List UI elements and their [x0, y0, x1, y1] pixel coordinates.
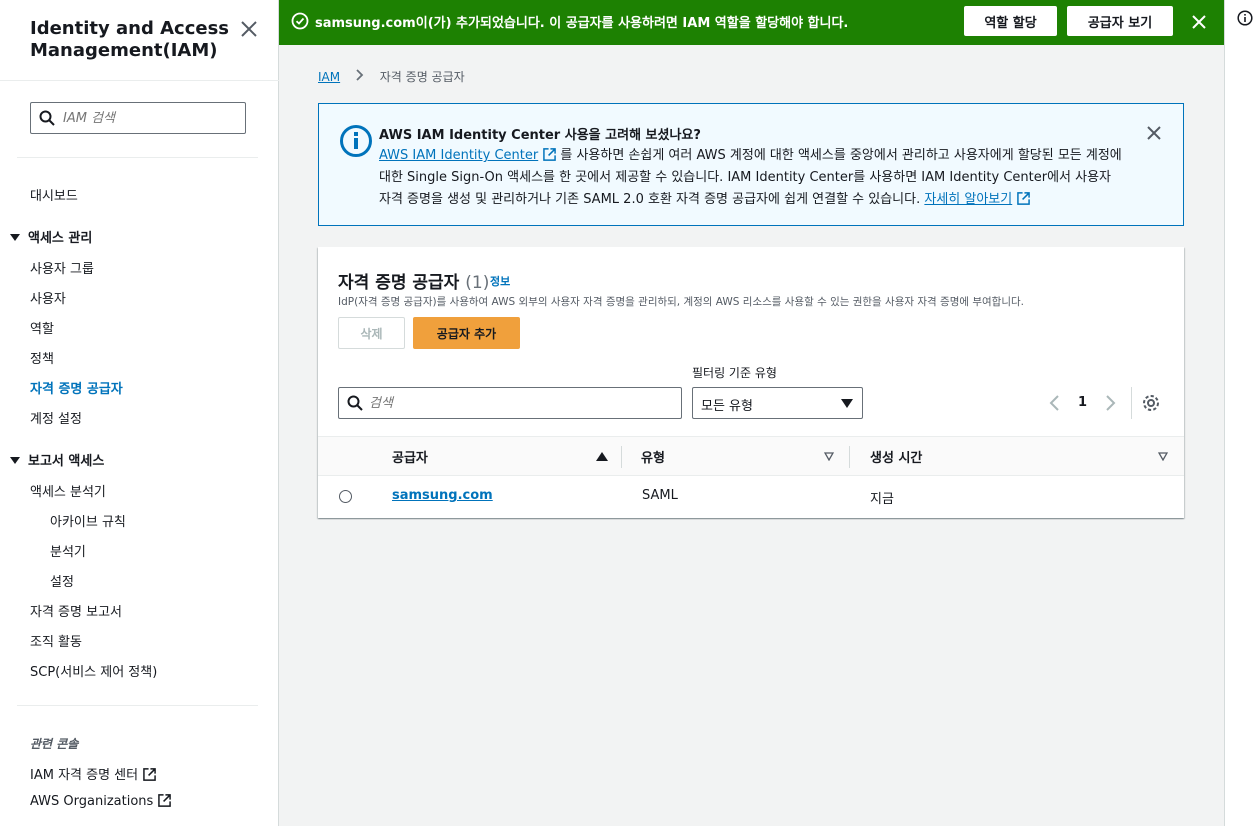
panel-title: 자격 증명 공급자 (1): [338, 273, 490, 293]
table-header: 공급자 유형 생성 시간: [318, 436, 1184, 476]
sidebar-search[interactable]: [30, 102, 246, 134]
provider-search[interactable]: [338, 387, 682, 419]
divider: [17, 157, 258, 158]
sidebar-section-access-reports[interactable]: 보고서 액세스: [10, 450, 104, 469]
chevron-left-icon[interactable]: [1047, 394, 1063, 412]
info-icon[interactable]: [1237, 10, 1253, 26]
sidebar-section-access-management[interactable]: 액세스 관리: [10, 227, 92, 246]
alert-title: AWS IAM Identity Center 사용을 고려해 보셨나요?: [379, 128, 701, 143]
search-icon: [347, 395, 363, 411]
sidebar-title: Identity and Access Management(IAM): [30, 18, 230, 61]
close-icon[interactable]: [1145, 124, 1163, 142]
search-icon: [39, 110, 55, 126]
external-link-icon: [143, 768, 156, 781]
help-panel-strip: [1224, 0, 1259, 826]
provider-search-input[interactable]: [369, 388, 669, 418]
sidebar-item-access-analyzer[interactable]: 액세스 분석기: [30, 481, 106, 500]
created-cell: 지금: [870, 492, 894, 507]
sidebar-item-organization-activity[interactable]: 조직 활동: [30, 631, 82, 650]
sidebar-item-account-settings[interactable]: 계정 설정: [30, 408, 82, 427]
external-link-icon: [1017, 192, 1031, 205]
column-header-created[interactable]: 생성 시간: [870, 447, 922, 466]
identity-providers-container: 자격 증명 공급자 (1) 정보 IdP(자격 증명 공급자)를 사용하여 AW…: [318, 247, 1184, 518]
sidebar-item-dashboard[interactable]: 대시보드: [30, 185, 78, 204]
gear-icon[interactable]: [1141, 393, 1161, 413]
sidebar-item-roles[interactable]: 역할: [30, 318, 54, 337]
filter-label: 필터링 기준 유형: [692, 366, 777, 380]
caret-down-icon: [10, 234, 20, 241]
divider: [1131, 387, 1132, 419]
sort-descending-icon[interactable]: [1158, 452, 1168, 461]
column-header-type[interactable]: 유형: [641, 447, 665, 466]
type-filter-select[interactable]: 모든 유형: [692, 387, 863, 419]
type-filter-value: 모든 유형: [701, 399, 753, 414]
delete-button[interactable]: 삭제: [338, 317, 405, 349]
caret-down-icon: [841, 399, 853, 408]
sidebar-item-archive-rules[interactable]: 아카이브 규칙: [50, 511, 126, 530]
breadcrumb: IAM 자격 증명 공급자: [318, 68, 465, 85]
external-link-icon: [543, 148, 557, 161]
caret-down-icon: [10, 457, 20, 464]
chevron-right-icon[interactable]: [1102, 394, 1118, 412]
external-link-icon: [158, 794, 172, 807]
sidebar-item-identity-providers[interactable]: 자격 증명 공급자: [30, 378, 123, 397]
identity-center-link[interactable]: AWS IAM Identity Center: [379, 148, 557, 163]
identity-center-info-alert: AWS IAM Identity Center 사용을 고려해 보셨나요? AW…: [318, 103, 1184, 226]
type-cell: SAML: [642, 488, 678, 503]
sidebar-item-organizations[interactable]: AWS Organizations: [30, 794, 172, 809]
sidebar-search-input[interactable]: [63, 103, 243, 133]
panel-description: IdP(자격 증명 공급자)를 사용하여 AWS 외부의 사용자 자격 증명을 …: [338, 296, 1024, 308]
info-icon: [340, 125, 372, 157]
close-icon[interactable]: [238, 18, 260, 40]
page-number[interactable]: 1: [1078, 395, 1087, 410]
related-consoles-label: 관련 콘솔: [30, 737, 79, 751]
sidebar-item-scp[interactable]: SCP(서비스 제어 정책): [30, 661, 157, 680]
sidebar-item-analyzer-settings[interactable]: 설정: [50, 571, 74, 590]
alert-body: AWS IAM Identity Center 를 사용하면 손쉽게 여러 AW…: [379, 148, 1122, 207]
row-select-radio[interactable]: [339, 490, 352, 503]
divider: [621, 446, 622, 468]
close-icon[interactable]: [1189, 12, 1209, 32]
provider-cell: samsung.com: [392, 488, 493, 503]
sidebar-item-analyzers[interactable]: 분석기: [50, 541, 86, 560]
info-link[interactable]: 정보: [490, 273, 510, 289]
chevron-right-icon: [356, 69, 364, 84]
breadcrumb-iam-link[interactable]: IAM: [318, 70, 340, 84]
sidebar-item-credential-report[interactable]: 자격 증명 보고서: [30, 601, 122, 620]
table-row: samsung.com SAML 지금: [318, 476, 1184, 516]
success-flashbar: samsung.com이(가) 추가되었습니다. 이 공급자를 사용하려면 IA…: [279, 0, 1224, 45]
sidebar-item-identity-center[interactable]: IAM 자격 증명 센터: [30, 764, 156, 783]
column-header-provider[interactable]: 공급자: [392, 447, 428, 466]
divider: [0, 80, 279, 81]
check-circle-icon: [291, 12, 309, 30]
sidebar-item-users[interactable]: 사용자: [30, 288, 66, 307]
divider: [849, 446, 850, 468]
sidebar: Identity and Access Management(IAM) 대시보드…: [0, 0, 279, 826]
learn-more-link[interactable]: 자세히 알아보기: [924, 192, 1031, 207]
divider: [17, 705, 258, 706]
assign-role-button[interactable]: 역할 할당: [964, 6, 1057, 36]
sidebar-item-user-groups[interactable]: 사용자 그룹: [30, 258, 94, 277]
sort-descending-icon[interactable]: [824, 452, 834, 461]
sort-ascending-icon[interactable]: [596, 452, 608, 461]
view-provider-button[interactable]: 공급자 보기: [1067, 6, 1173, 36]
add-provider-button[interactable]: 공급자 추가: [413, 317, 520, 349]
breadcrumb-current: 자격 증명 공급자: [379, 70, 465, 84]
sidebar-item-policies[interactable]: 정책: [30, 348, 54, 367]
flash-message: samsung.com이(가) 추가되었습니다. 이 공급자를 사용하려면 IA…: [315, 16, 849, 31]
provider-link[interactable]: samsung.com: [392, 488, 493, 503]
